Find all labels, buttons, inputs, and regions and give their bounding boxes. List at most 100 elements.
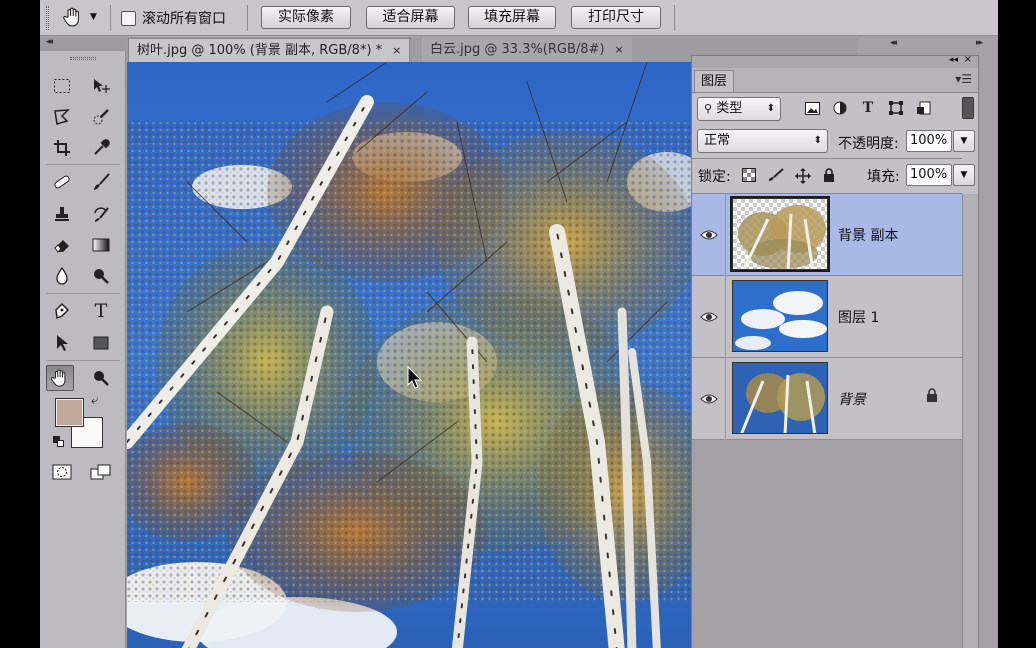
gradient-tool[interactable]: [87, 232, 115, 258]
fill-dropdown-button[interactable]: ▼: [953, 164, 975, 186]
brush-icon: [94, 173, 110, 190]
options-bar-grip[interactable]: [46, 6, 49, 30]
panel-menu-icon[interactable]: ▾☰: [955, 72, 972, 86]
default-colors-icon[interactable]: [53, 436, 65, 448]
filter-adjustment-icon[interactable]: [832, 100, 848, 116]
layer-filter-icons: T: [804, 100, 932, 116]
tab-title: 树叶.jpg @ 100% (背景 副本, RGB/8*) *: [137, 42, 383, 58]
tools-panel: T ⤶: [40, 51, 126, 648]
brush-tool[interactable]: [87, 169, 115, 195]
filter-type-icon[interactable]: T: [860, 100, 876, 116]
blend-mode-select[interactable]: 正常 ⬍: [697, 129, 828, 153]
scroll-all-windows-option[interactable]: 滚动所有窗口: [121, 8, 226, 28]
blur-tool[interactable]: [48, 263, 76, 289]
layers-panel-header: 图层 ▾☰: [692, 68, 978, 93]
tab-clouds-document[interactable]: 白云.jpg @ 33.3%(RGB/8#) ×: [422, 38, 632, 62]
clone-stamp-tool[interactable]: [48, 201, 76, 227]
mouse-cursor-icon: [407, 366, 423, 389]
eyedropper-tool[interactable]: [87, 135, 115, 161]
layer-visibility-toggle[interactable]: [692, 358, 726, 440]
layer-visibility-toggle[interactable]: [692, 276, 726, 358]
fill-input[interactable]: 100%: [906, 164, 952, 186]
document-canvas[interactable]: [127, 62, 692, 648]
left-border: [0, 0, 40, 648]
hand-icon: [51, 369, 66, 387]
lock-position-icon[interactable]: [795, 168, 811, 188]
eraser-tool[interactable]: [48, 232, 76, 258]
tab-layers[interactable]: 图层: [694, 70, 735, 92]
layer-filter-select[interactable]: ⚲ 类型 ⬍: [697, 97, 781, 121]
layer-name: 背景 副本: [838, 228, 899, 244]
separator: [247, 5, 248, 31]
layer-row[interactable]: 背景: [692, 358, 962, 440]
hand-icon: [63, 7, 79, 27]
crop-tool[interactable]: [48, 135, 76, 161]
layers-panel-titlebar[interactable]: ◂◂ ×: [692, 54, 978, 68]
swap-colors-icon[interactable]: ⤶: [91, 393, 98, 408]
rectangle-tool[interactable]: [87, 330, 115, 356]
foreground-color-swatch[interactable]: [55, 398, 84, 427]
print-size-button[interactable]: 打印尺寸: [571, 6, 661, 29]
toolbar-grip[interactable]: [70, 57, 96, 60]
filter-pixel-icon[interactable]: [804, 100, 820, 116]
toolbar-divider: [46, 360, 120, 361]
pen-tool[interactable]: [48, 298, 76, 324]
lock-transparent-pixels-icon[interactable]: [742, 168, 756, 186]
screen-mode-icon: [90, 464, 111, 480]
fit-screen-button[interactable]: 适合屏幕: [366, 6, 455, 29]
gradient-icon: [92, 238, 110, 252]
healing-brush-tool[interactable]: [48, 169, 76, 195]
opacity-dropdown-button[interactable]: ▼: [953, 130, 975, 152]
layer-row[interactable]: 背景 副本: [692, 194, 962, 276]
collapse-toolbar-icon[interactable]: ◂◂: [46, 37, 53, 47]
pen-icon: [55, 302, 70, 320]
close-icon[interactable]: ×: [392, 39, 401, 63]
quick-mask-button[interactable]: [48, 459, 76, 485]
quick-select-icon: [93, 109, 109, 125]
layer-row[interactable]: 图层 1: [692, 276, 962, 358]
expand-dock-icon[interactable]: ▸▸: [976, 38, 983, 48]
layer-thumbnail[interactable]: [730, 196, 830, 272]
layer-thumbnail[interactable]: [732, 362, 828, 434]
opacity-input[interactable]: 100%: [906, 130, 952, 152]
tool-preset-picker[interactable]: ▼: [62, 5, 102, 29]
filter-smart-object-icon[interactable]: [916, 100, 932, 116]
toolbar-divider: [46, 164, 120, 165]
lock-all-icon[interactable]: [823, 168, 835, 186]
type-tool[interactable]: T: [87, 298, 115, 324]
scroll-all-windows-checkbox[interactable]: [121, 10, 136, 26]
quick-mask-icon: [52, 464, 72, 480]
close-icon[interactable]: ×: [615, 38, 624, 62]
layers-scrollbar[interactable]: [962, 194, 978, 648]
path-selection-tool[interactable]: [48, 330, 76, 356]
screen-mode-button[interactable]: [87, 459, 115, 485]
collapse-dock-icon[interactable]: ◂◂: [890, 38, 897, 48]
right-border: [998, 0, 1036, 648]
lasso-icon: [54, 109, 70, 125]
actual-pixels-button[interactable]: 实际像素: [261, 6, 351, 29]
zoom-tool[interactable]: [87, 365, 115, 391]
dodge-tool[interactable]: [87, 263, 115, 289]
marquee-tool[interactable]: [48, 73, 76, 99]
filter-toggle-switch[interactable]: [962, 97, 974, 119]
lock-image-pixels-icon[interactable]: [768, 168, 784, 186]
healing-icon: [54, 175, 70, 189]
layer-visibility-toggle[interactable]: [692, 194, 726, 276]
history-brush-tool[interactable]: [87, 201, 115, 227]
hand-tool[interactable]: [46, 365, 74, 391]
quick-selection-tool[interactable]: [87, 104, 115, 130]
search-icon: ⚲: [704, 102, 713, 115]
layer-thumbnail[interactable]: [732, 280, 828, 352]
close-icon[interactable]: ×: [964, 54, 972, 65]
lock-label: 锁定:: [698, 169, 731, 185]
collapse-panel-icon[interactable]: ◂◂: [949, 55, 958, 65]
tab-leaves-document[interactable]: 树叶.jpg @ 100% (背景 副本, RGB/8*) * ×: [128, 38, 411, 63]
shape-icon: [93, 336, 109, 350]
move-tool[interactable]: [87, 73, 115, 99]
lasso-tool[interactable]: [48, 104, 76, 130]
fill-screen-button[interactable]: 填充屏幕: [468, 6, 556, 29]
options-bar: ▼ 滚动所有窗口 实际像素 适合屏幕 填充屏幕 打印尺寸: [40, 0, 998, 36]
filter-shape-icon[interactable]: [888, 100, 904, 116]
layer-name: 背景: [838, 392, 866, 408]
eye-icon: [699, 230, 718, 240]
